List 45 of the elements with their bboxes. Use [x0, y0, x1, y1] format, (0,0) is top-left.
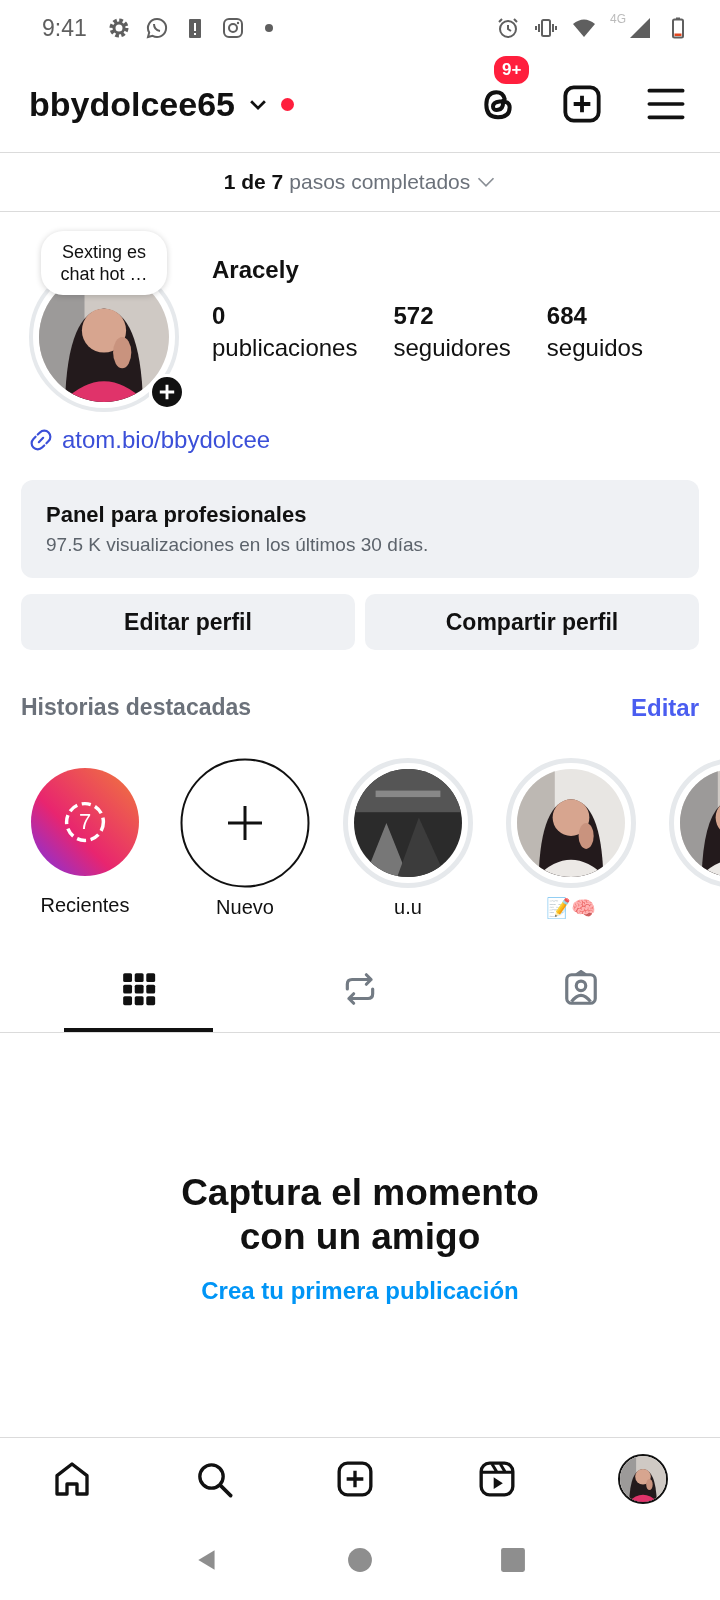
clock: 9:41 — [42, 14, 87, 42]
add-icon[interactable] — [562, 84, 602, 124]
highlight-label: Recientes — [40, 894, 130, 917]
edit-link[interactable]: Editar — [631, 694, 699, 722]
dashboard-title: Panel para profesionales — [46, 502, 308, 528]
section-title: Historias destacadas — [21, 694, 252, 722]
dashboard-subtitle: 97.5 K visualizaciones en los últimos 30 días. — [46, 534, 430, 556]
note-bubble[interactable]: Sexting es chat hot … — [41, 231, 167, 295]
profile-button[interactable]: Compartir perfil — [365, 594, 699, 650]
reels-icon[interactable] — [476, 1459, 517, 1499]
add-story-icon[interactable] — [149, 374, 185, 410]
recent-stories-circle[interactable]: 7 — [31, 768, 139, 876]
chat-icon — [144, 16, 169, 40]
new-highlight-button[interactable] — [180, 758, 310, 888]
steps-count[interactable]: 1 de 7 — [223, 170, 284, 194]
stat-count[interactable]: 0 — [212, 302, 358, 330]
profile-button[interactable]: Editar perfil — [21, 594, 355, 650]
stat-label[interactable]: seguidos — [546, 334, 643, 362]
highlight-label: Nuevo — [216, 896, 274, 919]
link-icon[interactable] — [28, 427, 54, 453]
home-icon[interactable] — [52, 1459, 92, 1499]
recents-icon[interactable] — [500, 1547, 527, 1573]
display-name: Aracely — [212, 256, 300, 284]
empty-title: Captura el momento con un amigo — [181, 1171, 539, 1259]
highlight-label: 📝🧠 — [546, 896, 596, 920]
signal-icon — [628, 16, 652, 40]
alarm-icon — [496, 16, 520, 40]
stat-count[interactable]: 572 — [393, 302, 511, 330]
stat-label[interactable]: seguidores — [393, 334, 511, 362]
bio-link[interactable]: atom.bio/bbydolcee — [62, 426, 271, 454]
camera-icon — [220, 16, 245, 40]
highlight-ring[interactable] — [506, 758, 636, 888]
username[interactable]: bbydolcee65 — [29, 84, 235, 124]
stat-count[interactable]: 684 — [546, 302, 643, 330]
home-button-icon[interactable] — [347, 1547, 373, 1573]
highlight-label: u.u — [394, 896, 422, 919]
add-post-icon[interactable] — [335, 1459, 375, 1499]
vibrate-icon — [534, 16, 558, 40]
highlight-ring[interactable] — [343, 758, 473, 888]
network-type: 4G — [610, 12, 626, 26]
stat-label[interactable]: publicaciones — [212, 334, 358, 362]
steps-label[interactable]: pasos completados — [289, 170, 471, 194]
dashboard-card[interactable]: Panel para profesionales 97.5 K visualizaciones en los últimos 30 días. — [21, 480, 699, 578]
dot-icon — [264, 24, 273, 32]
notification-badge: 9+ — [492, 54, 532, 86]
